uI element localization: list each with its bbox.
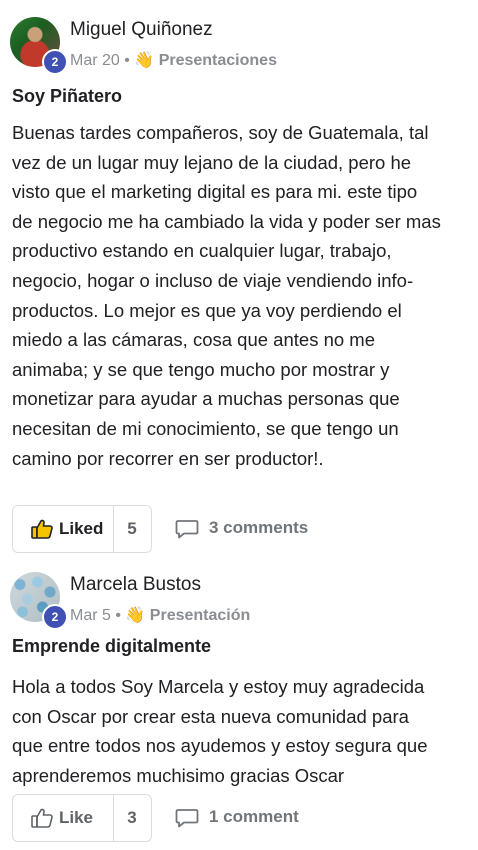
- comments-label: 3 comments: [209, 518, 309, 537]
- post-title[interactable]: Emprende digitalmente: [12, 636, 211, 657]
- body-line: camino por recorrer en ser productor!.: [12, 447, 324, 469]
- level-badge: 2: [42, 49, 68, 75]
- like-widget: Like 3: [12, 794, 152, 842]
- body-line: de negocio me ha cambiado la vida y pode…: [12, 210, 441, 232]
- waving-hand-icon: 👋: [134, 52, 155, 69]
- comments-label: 1 comment: [209, 807, 299, 826]
- post-meta: Mar 5 • 👋 Presentación: [70, 605, 250, 625]
- like-button[interactable]: Like: [13, 795, 113, 841]
- post-card: 2 Marcela Bustos Mar 5 • 👋 Presentación …: [0, 560, 478, 850]
- body-line: vez de un lugar muy lejano de la ciudad,…: [12, 151, 412, 173]
- body-line: miedo a las cámaras, cosa que antes no m…: [12, 329, 375, 351]
- post-title[interactable]: Soy Piñatero: [12, 86, 122, 107]
- comment-bubble-icon: [175, 809, 199, 828]
- comments-link[interactable]: 3 comments: [175, 514, 325, 544]
- comments-link[interactable]: 1 comment: [175, 803, 325, 833]
- like-widget: Liked 5: [12, 505, 152, 553]
- body-line: Hola a todos Soy Marcela y estoy muy agr…: [12, 676, 425, 697]
- level-badge: 2: [42, 604, 68, 630]
- body-line: visto que el marketing digital es para m…: [12, 181, 418, 203]
- like-button[interactable]: Liked: [13, 506, 113, 552]
- thumbs-up-icon: [31, 808, 53, 828]
- post-body[interactable]: Buenas tardes compañeros, soy de Guatema…: [12, 118, 467, 473]
- author-name[interactable]: Miguel Quiñonez: [70, 19, 213, 41]
- like-label: Liked: [59, 519, 104, 538]
- meta-separator: •: [124, 52, 130, 69]
- author-name[interactable]: Marcela Bustos: [70, 574, 201, 596]
- body-line: necesitan de mi conocimiento, se que ten…: [12, 417, 399, 439]
- body-line: animaba; y se que tengo mucho por mostra…: [12, 358, 390, 380]
- body-line: con Oscar por crear esta nueva comunidad…: [12, 705, 409, 727]
- category-link[interactable]: Presentaciones: [159, 52, 277, 69]
- post-header: 2 Marcela Bustos Mar 5 • 👋 Presentación: [10, 572, 470, 632]
- post-header: 2 Miguel Quiñonez Mar 20 • 👋 Presentacio…: [10, 17, 470, 77]
- like-count[interactable]: 5: [113, 506, 151, 552]
- body-line: aprenderemos muchisimo gracias Oscar: [12, 764, 345, 786]
- category-link[interactable]: Presentación: [150, 607, 250, 624]
- meta-separator: •: [115, 607, 121, 624]
- body-line: Buenas tardes compañeros, soy de Guatema…: [12, 122, 429, 143]
- post-card: 2 Miguel Quiñonez Mar 20 • 👋 Presentacio…: [0, 0, 478, 560]
- post-date[interactable]: Mar 20: [70, 52, 120, 69]
- body-line: que entre todos nos ayudemos y estoy seg…: [12, 735, 428, 757]
- waving-hand-icon: 👋: [125, 607, 146, 624]
- body-line: productivo estando en cualquier lugar, t…: [12, 240, 392, 262]
- body-line: productos. Lo mejor es que ya voy perdie…: [12, 299, 402, 321]
- post-body[interactable]: Hola a todos Soy Marcela y estoy muy agr…: [12, 672, 467, 790]
- post-date[interactable]: Mar 5: [70, 607, 111, 624]
- post-meta: Mar 20 • 👋 Presentaciones: [70, 50, 277, 70]
- body-line: negocio, hogar o incluso de viaje vendie…: [12, 269, 414, 291]
- like-count[interactable]: 3: [113, 795, 151, 841]
- comment-bubble-icon: [175, 520, 199, 539]
- thumbs-up-filled-icon: [31, 519, 53, 539]
- body-line: monetizar para ayudar a muchas personas …: [12, 388, 400, 410]
- like-label: Like: [59, 808, 94, 827]
